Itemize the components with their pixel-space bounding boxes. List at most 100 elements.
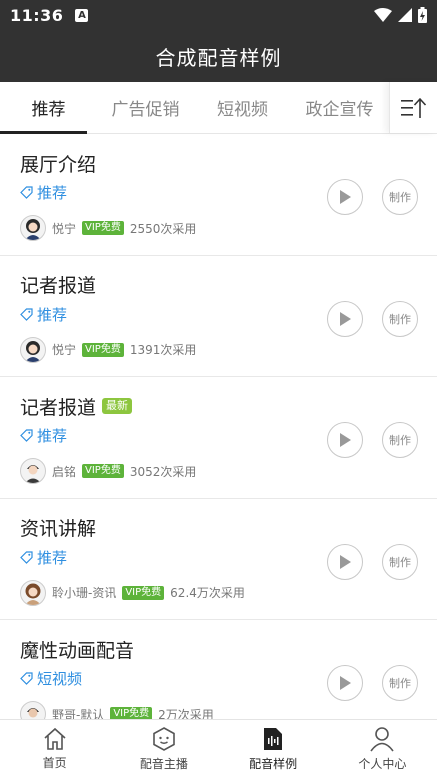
- play-icon: [340, 311, 351, 326]
- item-title-row: 展厅介绍: [20, 150, 417, 176]
- home-icon: [44, 727, 66, 750]
- tag-icon: [20, 672, 33, 685]
- item-title-row: 记者报道: [20, 272, 417, 298]
- category-tabs: 推荐 广告促销 短视频 政企宣传: [0, 82, 437, 134]
- item-title: 资讯讲解: [20, 518, 97, 540]
- page-title-bar: 合成配音样例: [0, 30, 437, 82]
- anchor-icon: [153, 727, 175, 751]
- nav-samples-label: 配音样例: [249, 757, 298, 771]
- tab-recommend[interactable]: 推荐: [0, 82, 97, 134]
- avatar: [20, 579, 46, 606]
- female-voice-avatar-icon: [25, 583, 41, 605]
- item-title: 魔性动画配音: [20, 639, 135, 662]
- item-tag-label: 推荐: [37, 548, 68, 567]
- vip-badge: VIP免费: [122, 585, 165, 600]
- list-item[interactable]: 记者报道 最新 推荐 启铭 VIP免费 3052次采用 制作: [0, 377, 437, 499]
- use-count: 3052次采用: [129, 464, 197, 479]
- bottom-nav: 首页 配音主播 配音样例 个人中心: [0, 719, 437, 778]
- item-tag-label: 短视频: [37, 670, 83, 688]
- nav-profile[interactable]: 个人中心: [328, 720, 437, 778]
- status-icons: [374, 7, 427, 23]
- menu-sort-icon: [400, 97, 426, 118]
- play-button[interactable]: [327, 300, 363, 337]
- tag-icon: [20, 186, 33, 199]
- voice-name: 悦宁: [52, 221, 77, 236]
- nav-home-label: 首页: [42, 756, 67, 770]
- avatar: [20, 701, 46, 719]
- use-count: 1391次采用: [129, 343, 197, 357]
- voice-name: 悦宁: [52, 343, 77, 357]
- female-voice-avatar-icon: [25, 219, 41, 240]
- nav-anchors-label: 配音主播: [139, 757, 188, 771]
- voice-name: 启铭: [52, 464, 77, 479]
- tab-gov-enterprise[interactable]: 政企宣传: [291, 82, 388, 133]
- voice-name: 野哥-默认: [52, 707, 105, 720]
- vip-badge: VIP免费: [82, 221, 124, 235]
- vip-badge: VIP免费: [110, 707, 153, 719]
- item-tag-label: 推荐: [37, 305, 68, 324]
- item-title-row: 记者报道 最新: [20, 393, 417, 419]
- item-tag-label: 推荐: [37, 184, 68, 202]
- vip-badge: VIP免费: [82, 464, 124, 478]
- signal-icon: [398, 8, 412, 22]
- list-item[interactable]: 资讯讲解 推荐 聆小珊-资讯 VIP免费 62.4万次采用 制作: [0, 499, 437, 620]
- item-title: 记者报道: [20, 396, 97, 419]
- nav-profile-label: 个人中心: [358, 757, 407, 771]
- tab-ad-promo[interactable]: 广告促销: [97, 82, 194, 133]
- list-item[interactable]: 展厅介绍 推荐 悦宁 VIP免费 2550次采用 制作: [0, 134, 437, 256]
- item-meta: 悦宁 VIP免费 1391次采用: [20, 336, 417, 363]
- tag-icon: [20, 429, 33, 442]
- item-tag-label: 推荐: [37, 427, 68, 445]
- avatar: [20, 458, 46, 484]
- nav-samples[interactable]: 配音样例: [219, 720, 328, 778]
- sample-list: 展厅介绍 推荐 悦宁 VIP免费 2550次采用 制作 记者报道 推荐 悦宁 V…: [0, 134, 437, 719]
- sample-icon: [264, 728, 283, 750]
- make-button[interactable]: 制作: [382, 665, 418, 701]
- item-meta: 启铭 VIP免费 3052次采用: [20, 458, 417, 484]
- vip-badge: VIP免费: [82, 342, 124, 357]
- item-meta: 野哥-默认 VIP免费 2万次采用: [20, 701, 417, 719]
- use-count: 2万次采用: [158, 707, 214, 720]
- list-item[interactable]: 记者报道 推荐 悦宁 VIP免费 1391次采用 制作: [0, 256, 437, 377]
- status-time: 11:36: [10, 5, 64, 25]
- play-button[interactable]: [327, 543, 363, 580]
- male-voice-avatar-icon: [27, 708, 39, 718]
- use-count: 2550次采用: [129, 221, 197, 236]
- play-icon: [340, 554, 351, 569]
- list-item[interactable]: 魔性动画配音 短视频 野哥-默认 VIP免费 2万次采用 制作: [0, 620, 437, 719]
- male-voice-avatar-icon: [25, 465, 41, 483]
- voice-name: 聆小珊-资讯: [52, 586, 117, 600]
- tag-icon: [20, 307, 33, 321]
- play-button[interactable]: [327, 665, 363, 701]
- play-icon: [340, 433, 351, 447]
- item-meta: 聆小珊-资讯 VIP免费 62.4万次采用: [20, 579, 417, 606]
- play-icon: [340, 676, 351, 690]
- item-title-row: 资讯讲解: [20, 515, 417, 541]
- page-title: 合成配音样例: [155, 45, 282, 70]
- item-title: 展厅介绍: [20, 153, 97, 176]
- user-icon: [370, 727, 395, 752]
- notification-a-icon: A: [75, 8, 89, 22]
- female-voice-avatar-icon: [25, 340, 41, 362]
- wifi-icon: [374, 8, 392, 22]
- item-title-row: 魔性动画配音: [20, 636, 417, 662]
- battery-icon: [418, 7, 427, 23]
- avatar: [20, 336, 46, 363]
- make-button[interactable]: 制作: [382, 179, 418, 215]
- play-icon: [340, 190, 351, 204]
- new-badge: 最新: [102, 398, 133, 414]
- item-meta: 悦宁 VIP免费 2550次采用: [20, 215, 417, 241]
- nav-anchors[interactable]: 配音主播: [109, 720, 218, 778]
- status-bar: 11:36 A: [0, 0, 437, 30]
- make-button[interactable]: 制作: [382, 422, 418, 458]
- play-button[interactable]: [327, 422, 363, 458]
- nav-home[interactable]: 首页: [0, 720, 109, 778]
- tab-menu-button[interactable]: [389, 82, 437, 133]
- item-title: 记者报道: [20, 275, 97, 297]
- use-count: 62.4万次采用: [170, 586, 245, 600]
- make-button[interactable]: 制作: [382, 300, 418, 337]
- tab-short-video[interactable]: 短视频: [194, 82, 291, 133]
- make-button[interactable]: 制作: [382, 543, 418, 580]
- play-button[interactable]: [327, 179, 363, 215]
- tag-icon: [20, 550, 33, 564]
